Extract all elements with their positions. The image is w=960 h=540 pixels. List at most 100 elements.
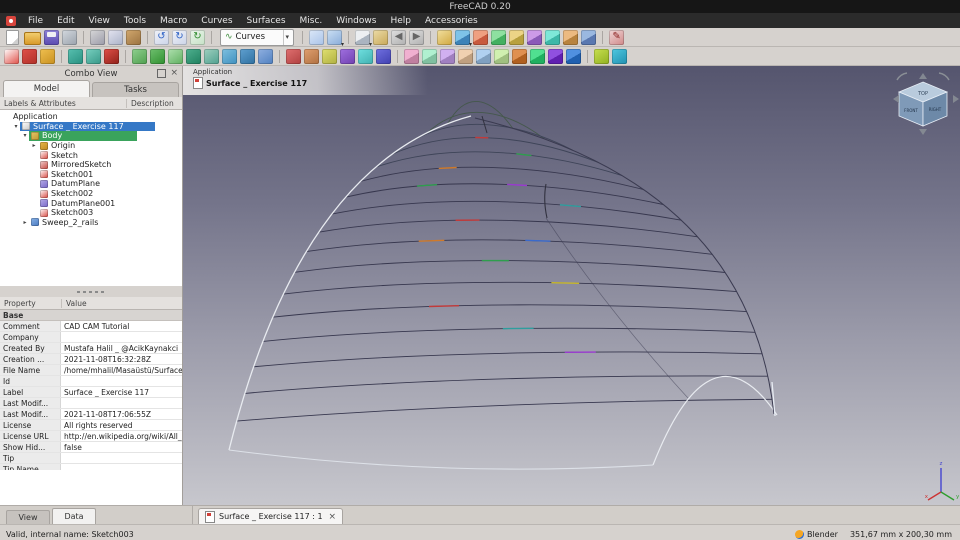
menu-windows[interactable]: Windows [329, 16, 383, 26]
nav-back-icon[interactable]: ◀ [391, 29, 407, 45]
nav-forward-icon[interactable]: ▶ [409, 29, 425, 45]
menu-view[interactable]: View [82, 16, 117, 26]
navcube-arrow-right-icon[interactable] [953, 95, 959, 103]
navcube-arrow-left-icon[interactable] [893, 95, 899, 103]
surface-segment-icon[interactable] [458, 48, 473, 64]
open-file-icon[interactable] [24, 31, 41, 45]
float-panel-icon[interactable] [157, 69, 167, 78]
3d-viewport[interactable]: TOP FRONT RIGHT z x y Application Surfac… [183, 66, 960, 505]
view-iso-icon[interactable] [581, 29, 597, 45]
blender-addon-chip[interactable]: Blender [794, 530, 838, 539]
curve-extend-icon[interactable] [240, 48, 255, 64]
expander-icon[interactable]: ▸ [30, 142, 38, 149]
panel-splitter[interactable] [0, 286, 182, 297]
property-row-company[interactable]: Company [0, 332, 182, 343]
3d-model-canvas[interactable]: TOP FRONT RIGHT z x y [183, 66, 960, 505]
menu-file[interactable]: File [21, 16, 50, 26]
save-icon[interactable] [44, 29, 59, 45]
cut-icon[interactable] [90, 29, 105, 45]
surface-extend-icon[interactable] [512, 48, 527, 64]
tab-tasks[interactable]: Tasks [92, 82, 179, 97]
tab-model[interactable]: Model [3, 80, 90, 97]
expander-icon[interactable]: ▸ [21, 219, 29, 226]
misc-tool-1-icon[interactable] [594, 48, 609, 64]
map-sketch-icon[interactable] [104, 48, 119, 64]
overlay-document-item[interactable]: Surface _ Exercise 117 [193, 77, 428, 89]
tree-item-sweep-2-rails[interactable]: ▸ Sweep_2_rails [0, 218, 182, 228]
view-axonometric-icon[interactable]: ▾ [455, 29, 472, 48]
menu-misc[interactable]: Misc. [293, 16, 330, 26]
view-left-icon[interactable] [563, 29, 579, 45]
expander-icon[interactable]: ▾ [12, 123, 20, 130]
property-row-last-modif-[interactable]: Last Modif... [0, 398, 182, 409]
property-value[interactable]: false [61, 443, 182, 452]
tree-item-sketch003[interactable]: Sketch003 [0, 208, 182, 218]
navcube-arrow-down-icon[interactable] [919, 129, 927, 135]
sketcher-mirror-icon[interactable] [40, 48, 55, 64]
tab-data[interactable]: Data [52, 508, 96, 524]
property-value[interactable]: Mustafa Halil _ @AcikKaynakci [61, 344, 182, 353]
surface-sweep-icon[interactable] [404, 48, 419, 64]
surface-fill-icon[interactable] [494, 48, 509, 64]
menu-edit[interactable]: Edit [50, 16, 81, 26]
property-value[interactable]: All rights reserved [61, 421, 182, 430]
fit-all-icon[interactable]: ▾ [327, 29, 344, 48]
surface-patch-icon[interactable] [530, 48, 545, 64]
view-front-icon[interactable] [473, 29, 489, 45]
view-top-icon[interactable] [491, 29, 507, 45]
view-rear-icon[interactable] [527, 29, 543, 45]
navcube-rotate-cw-icon[interactable] [938, 72, 950, 81]
view-bottom-icon[interactable] [545, 29, 561, 45]
tab-view[interactable]: View [6, 510, 50, 524]
property-value[interactable]: CAD CAM Tutorial [61, 322, 182, 331]
property-row-last-modif-[interactable]: Last Modif... 2021-11-08T17:06:55Z [0, 409, 182, 420]
redo-icon[interactable]: ↻ [172, 29, 187, 45]
property-value[interactable]: http://en.wikipedia.org/wiki/All_rights_… [61, 432, 182, 441]
property-row-creation-[interactable]: Creation ... 2021-11-08T16:32:28Z [0, 354, 182, 365]
tree-item-body[interactable]: ▾ Body [0, 131, 182, 141]
property-row-label[interactable]: Label Surface _ Exercise 117 [0, 387, 182, 398]
surface-blend-icon[interactable] [548, 48, 563, 64]
refresh-icon[interactable]: ↻ [190, 29, 205, 45]
new-file-icon[interactable] [6, 29, 19, 45]
tree-item-sketch[interactable]: Sketch [0, 150, 182, 160]
selection-icon[interactable] [373, 29, 389, 45]
curves-op-2-icon[interactable] [304, 48, 319, 64]
property-value[interactable]: Surface _ Exercise 117 [61, 388, 182, 397]
tree-item-datumplane[interactable]: DatumPlane [0, 179, 182, 189]
curve-blend-icon[interactable] [168, 48, 183, 64]
datum-plane-icon[interactable] [68, 48, 83, 64]
property-value[interactable]: 2021-11-08T17:06:55Z [61, 410, 182, 419]
curve-discretize-icon[interactable] [186, 48, 201, 64]
sketcher-edit-sketch-icon[interactable] [22, 48, 37, 64]
property-row-license[interactable]: License All rights reserved [0, 420, 182, 431]
property-value[interactable]: 2021-11-08T16:32:28Z [61, 355, 182, 364]
menu-tools[interactable]: Tools [117, 16, 153, 26]
workbench-selector[interactable]: ∿ Curves ▾ [220, 28, 295, 46]
menu-accessories[interactable]: Accessories [418, 16, 485, 26]
tree-item-surface-exercise-117[interactable]: ▾ Surface _ Exercise 117 [0, 121, 182, 132]
property-row-tip[interactable]: Tip [0, 453, 182, 464]
menu-curves[interactable]: Curves [194, 16, 239, 26]
property-row-comment[interactable]: Comment CAD CAM Tutorial [0, 321, 182, 332]
tree-item-application[interactable]: Application [0, 112, 182, 122]
paste-icon[interactable] [126, 29, 141, 45]
close-panel-icon[interactable]: × [170, 69, 178, 78]
property-row-created-by[interactable]: Created By Mustafa Halil _ @AcikKaynakci [0, 343, 182, 354]
property-group-base[interactable]: Base [0, 310, 182, 321]
expander-icon[interactable]: ▾ [21, 132, 29, 139]
tree-item-sketch001[interactable]: Sketch001 [0, 170, 182, 180]
tree-item-sketch002[interactable]: Sketch002 [0, 189, 182, 199]
curve-interpolate-icon[interactable] [150, 48, 165, 64]
navcube-rotate-ccw-icon[interactable] [896, 72, 908, 81]
curves-op-1-icon[interactable] [286, 48, 301, 64]
navcube-arrow-up-icon[interactable] [919, 73, 927, 79]
datum-plane-alt-icon[interactable] [86, 48, 101, 64]
menu-help[interactable]: Help [383, 16, 418, 26]
menu-surfaces[interactable]: Surfaces [240, 16, 293, 26]
menu-macro[interactable]: Macro [153, 16, 194, 26]
surface-loft-icon[interactable] [422, 48, 437, 64]
document-tab[interactable]: Surface _ Exercise 117 : 1 × [198, 508, 344, 524]
curves-op-4-icon[interactable] [340, 48, 355, 64]
print-icon[interactable] [62, 29, 77, 45]
